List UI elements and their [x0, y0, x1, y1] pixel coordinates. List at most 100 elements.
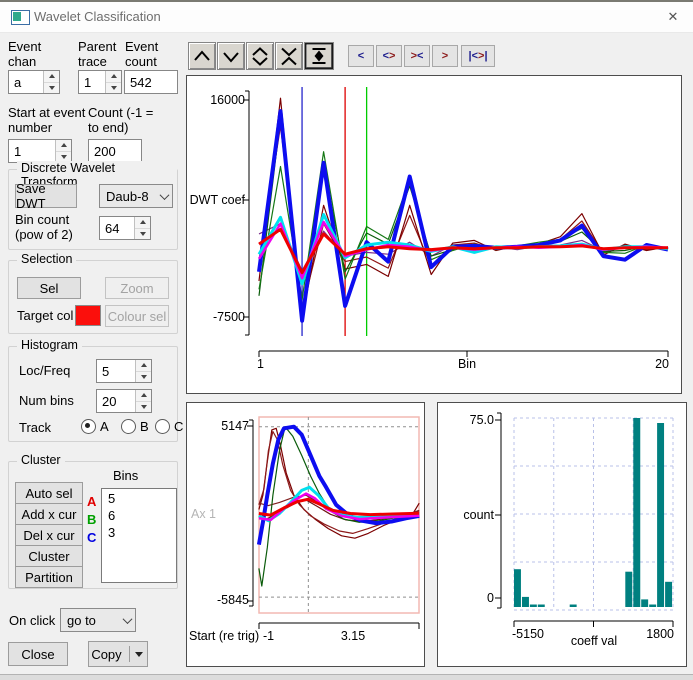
bin-count-spinner[interactable]: 64: [99, 216, 151, 240]
radio-icon: [81, 419, 96, 434]
x-show-all-button[interactable]: |<>|: [461, 45, 495, 67]
window-bottom-edge: [0, 674, 693, 680]
bin-count-label: Bin count (pow of 2): [15, 212, 93, 242]
on-click-label: On click: [9, 613, 55, 628]
track-b-radio[interactable]: B: [121, 419, 149, 434]
track-label: Track: [19, 420, 51, 435]
close-button[interactable]: Close: [8, 642, 68, 666]
x-compress-button[interactable]: ><: [404, 45, 430, 67]
event-chan-spinner[interactable]: a: [8, 70, 60, 94]
y-tick-min: -7500: [193, 310, 245, 324]
list-item[interactable]: 6: [108, 507, 176, 524]
event-count-label: Event count: [125, 39, 171, 69]
y-compress-both-button[interactable]: [275, 42, 303, 70]
x-tick-max: 20: [645, 357, 669, 371]
target-colour-swatch[interactable]: [75, 305, 101, 326]
track-c-radio[interactable]: C: [155, 419, 183, 434]
x-tick-min: 1: [257, 357, 264, 371]
radio-icon: [121, 419, 136, 434]
bins-listbox[interactable]: 5 6 3: [101, 488, 177, 583]
wavelet-classification-dialog: Wavelet Classification ✕ Event chan Pare…: [0, 0, 693, 680]
cluster-button[interactable]: Cluster: [15, 545, 83, 567]
fit-vertical-icon: [308, 45, 330, 67]
parent-trace-spinner[interactable]: 1: [78, 70, 122, 94]
bins-label: Bins: [113, 468, 138, 483]
chevron-down-icon: [119, 617, 135, 624]
converging-chevrons-icon: [278, 45, 300, 67]
on-click-select[interactable]: go to: [60, 608, 136, 632]
zoom-button[interactable]: Zoom: [105, 277, 169, 299]
x-axis-label: coeff val: [556, 634, 632, 648]
event-count-value: 542: [124, 70, 178, 94]
count-input[interactable]: 200: [88, 139, 142, 163]
list-item[interactable]: 3: [108, 524, 176, 541]
partition-button[interactable]: Partition: [15, 566, 83, 588]
title-bar[interactable]: Wavelet Classification ✕: [0, 2, 693, 33]
ax1-plot-canvas[interactable]: [187, 403, 424, 666]
y-tick-max: 5147: [195, 419, 249, 433]
spinner-arrows-icon[interactable]: [135, 390, 151, 412]
save-dwt-button[interactable]: Save DWT: [15, 184, 77, 208]
y-tick-min: 0: [450, 591, 494, 605]
track-c-tag: C: [87, 530, 96, 545]
wavelet-select[interactable]: Daub-8: [99, 184, 173, 208]
y-tick-max: 75.0: [450, 413, 494, 427]
app-icon: [11, 10, 30, 25]
x-scroll-left-button[interactable]: <: [348, 45, 374, 67]
list-item[interactable]: 5: [108, 490, 176, 507]
y-autofit-button[interactable]: [304, 42, 334, 70]
channel-label: Ax 1: [191, 507, 216, 521]
selection-group-title: Selection: [17, 252, 76, 266]
x-expand-button[interactable]: <>: [376, 45, 402, 67]
dwt-plot-canvas[interactable]: [187, 76, 681, 393]
histogram-group: Histogram Loc/Freq 5 Num bins 20 Track A…: [8, 346, 178, 442]
close-icon[interactable]: ✕: [663, 8, 683, 26]
diamond-chevrons-icon: [249, 45, 271, 67]
x-tick-max: 1800: [640, 627, 674, 641]
chevron-down-icon: [220, 45, 242, 67]
sel-button[interactable]: Sel: [17, 277, 81, 299]
add-x-cur-button[interactable]: Add x cur: [15, 503, 83, 525]
dwt-plot-panel: 16000 DWT coef -7500 1 Bin 20: [186, 75, 682, 394]
copy-split-button[interactable]: Copy: [88, 641, 148, 667]
track-a-radio[interactable]: A: [81, 419, 109, 434]
colour-sel-button[interactable]: Colour sel: [105, 305, 169, 327]
track-b-tag: B: [87, 512, 96, 527]
spinner-arrows-icon[interactable]: [105, 71, 121, 93]
y-expand-bottom-button[interactable]: [217, 42, 245, 70]
spinner-arrows-icon[interactable]: [43, 71, 59, 93]
parent-trace-label: Parent trace: [78, 39, 124, 69]
y-expand-top-button[interactable]: [188, 42, 216, 70]
dropdown-caret-icon[interactable]: [135, 652, 143, 657]
x-tick-mid: 3.15: [333, 629, 373, 643]
auto-sel-button[interactable]: Auto sel: [15, 482, 83, 504]
x-scroll-right-button[interactable]: >: [432, 45, 458, 67]
del-x-cur-button[interactable]: Del x cur: [15, 524, 83, 546]
histogram-group-title: Histogram: [17, 338, 82, 352]
spinner-arrows-icon[interactable]: [134, 217, 150, 239]
num-bins-spinner[interactable]: 20: [96, 389, 152, 413]
y-axis-label: count: [440, 508, 494, 522]
chevron-up-icon: [191, 45, 213, 67]
cluster-group: Cluster Bins Auto sel Add x cur Del x cu…: [8, 461, 178, 589]
event-chan-label: Event chan: [8, 39, 54, 69]
x-tick-min: -1: [263, 629, 274, 643]
x-tick-min: -5150: [512, 627, 544, 641]
spinner-arrows-icon[interactable]: [55, 140, 71, 162]
start-at-event-label: Start at event number: [8, 105, 90, 135]
ax1-plot-panel: 5147 Ax 1 -5845 Start (re trig) -1 3.15: [186, 402, 425, 667]
dwt-group: Discrete Wavelet Transform Save DWT Daub…: [8, 169, 178, 250]
loc-freq-spinner[interactable]: 5: [96, 359, 152, 383]
y-axis-label: DWT coef: [187, 193, 245, 207]
spinner-arrows-icon[interactable]: [135, 360, 151, 382]
x-axis-label: Bin: [442, 357, 492, 371]
histogram-plot-panel: 75.0 count 0 -5150 coeff val 1800: [437, 402, 687, 667]
start-at-event-spinner[interactable]: 1: [8, 139, 72, 163]
num-bins-label: Num bins: [19, 393, 74, 408]
y-expand-both-button[interactable]: [246, 42, 274, 70]
selection-group: Selection Sel Zoom Target col Colour sel: [8, 260, 178, 334]
cluster-group-title: Cluster: [17, 453, 65, 467]
track-a-tag: A: [87, 494, 96, 509]
loc-freq-label: Loc/Freq: [19, 363, 70, 378]
radio-icon: [155, 419, 170, 434]
